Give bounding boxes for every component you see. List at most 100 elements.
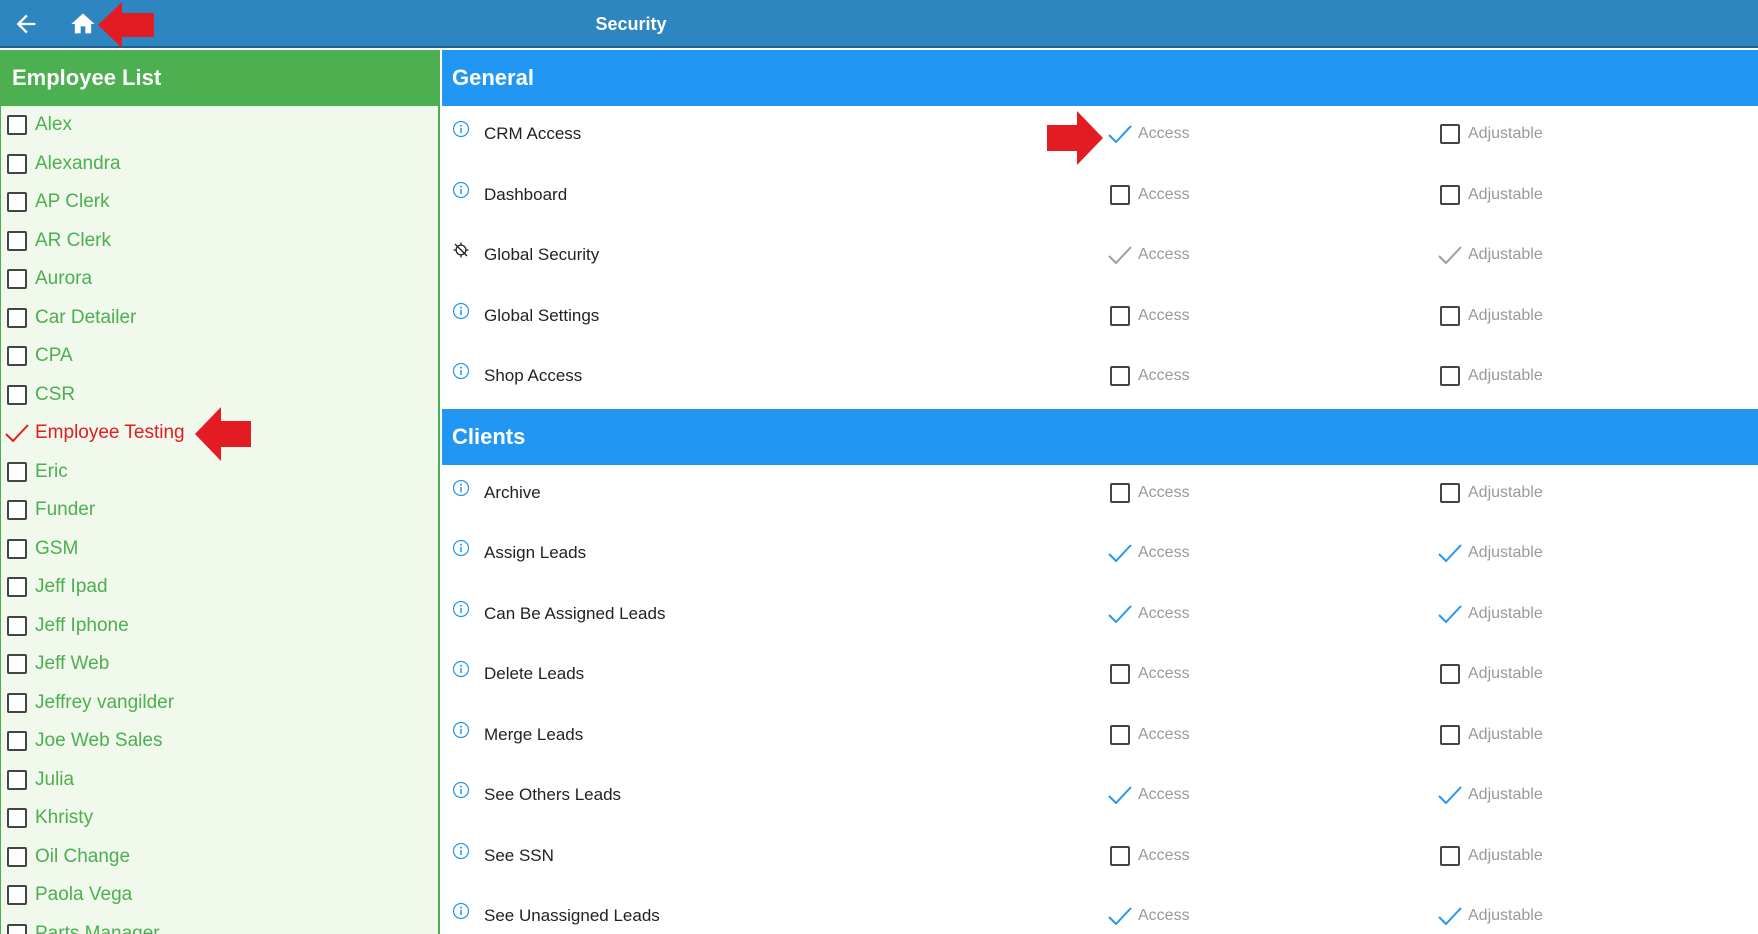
checkmark-icon[interactable]: [1107, 905, 1133, 927]
access-checkbox[interactable]: Access: [1110, 348, 1190, 404]
checkmark-icon[interactable]: [1437, 244, 1463, 266]
employee-checkbox[interactable]: [7, 731, 27, 752]
checkmark-icon[interactable]: [1107, 244, 1133, 266]
access-checkbox[interactable]: Access: [1110, 465, 1190, 521]
info-icon[interactable]: [452, 181, 470, 199]
checkmark-icon[interactable]: [4, 422, 30, 444]
employee-checkbox[interactable]: [7, 808, 27, 829]
employee-checkbox[interactable]: [7, 923, 27, 934]
employee-list-item[interactable]: AR Clerk: [1, 222, 438, 261]
employee-list-item[interactable]: Jeff Ipad: [1, 568, 438, 607]
adjustable-checkbox[interactable]: Adjustable: [1440, 828, 1543, 884]
adjustable-checkbox[interactable]: Adjustable: [1440, 288, 1543, 344]
info-icon[interactable]: [452, 842, 470, 860]
info-icon[interactable]: [452, 902, 470, 920]
employee-list-item[interactable]: Alexandra: [1, 145, 438, 184]
employee-checkbox[interactable]: [7, 885, 27, 906]
info-icon[interactable]: [452, 781, 470, 799]
info-icon[interactable]: [452, 721, 470, 739]
access-checkbox[interactable]: Access: [1107, 767, 1190, 823]
employee-list-item[interactable]: Jeffrey vangilder: [1, 684, 438, 723]
access-checkbox[interactable]: Access: [1110, 288, 1190, 344]
employee-list-item[interactable]: Paola Vega: [1, 876, 438, 915]
checkbox-box[interactable]: [1110, 184, 1130, 205]
employee-list-item[interactable]: Joe Web Sales: [1, 722, 438, 761]
access-checkbox[interactable]: Access: [1107, 586, 1190, 642]
access-checkbox[interactable]: Access: [1107, 888, 1190, 934]
adjustable-checkbox[interactable]: Adjustable: [1440, 465, 1543, 521]
employee-checkbox[interactable]: [7, 577, 27, 598]
crosshair-off-icon[interactable]: [452, 241, 470, 259]
checkmark-icon[interactable]: [1107, 784, 1133, 806]
adjustable-checkbox[interactable]: Adjustable: [1440, 646, 1543, 702]
checkbox-box[interactable]: [1440, 184, 1460, 205]
checkbox-box[interactable]: [1110, 482, 1130, 503]
access-checkbox[interactable]: Access: [1107, 227, 1190, 283]
employee-list-item[interactable]: GSM: [1, 530, 438, 569]
employee-list-item[interactable]: Car Detailer: [1, 299, 438, 338]
employee-checkbox[interactable]: [7, 346, 27, 367]
access-checkbox[interactable]: Access: [1110, 646, 1190, 702]
checkmark-icon[interactable]: [1107, 123, 1133, 145]
checkbox-box[interactable]: [1110, 724, 1130, 745]
employee-checkbox[interactable]: [7, 384, 27, 405]
checkbox-box[interactable]: [1440, 664, 1460, 684]
adjustable-checkbox[interactable]: Adjustable: [1440, 707, 1543, 763]
employee-checkbox[interactable]: [7, 692, 27, 713]
employee-checkbox[interactable]: [7, 230, 27, 251]
employee-checkbox[interactable]: [7, 615, 27, 636]
access-checkbox[interactable]: Access: [1110, 828, 1190, 884]
adjustable-checkbox[interactable]: Adjustable: [1437, 767, 1543, 823]
employee-checkbox[interactable]: [7, 654, 27, 675]
employee-list-item[interactable]: Jeff Iphone: [1, 607, 438, 646]
checkbox-box[interactable]: [1440, 724, 1460, 745]
employee-checkbox[interactable]: [7, 115, 27, 136]
info-icon[interactable]: [452, 362, 470, 380]
checkmark-icon[interactable]: [1437, 603, 1463, 625]
checkbox-box[interactable]: [1110, 664, 1130, 684]
checkmark-icon[interactable]: [1437, 905, 1463, 927]
employee-list-item[interactable]: Oil Change: [1, 838, 438, 877]
info-icon[interactable]: [452, 539, 470, 557]
employee-checkbox[interactable]: [7, 769, 27, 790]
employee-checkbox[interactable]: [7, 538, 27, 559]
checkbox-box[interactable]: [1110, 305, 1130, 326]
access-checkbox[interactable]: Access: [1107, 525, 1190, 581]
checkmark-icon[interactable]: [1437, 542, 1463, 564]
adjustable-checkbox[interactable]: Adjustable: [1437, 586, 1543, 642]
employee-checkbox[interactable]: [7, 192, 27, 213]
employee-checkbox[interactable]: [7, 846, 27, 867]
employee-checkbox[interactable]: [7, 461, 27, 482]
employee-checkbox[interactable]: [7, 269, 27, 290]
checkbox-box[interactable]: [1440, 305, 1460, 326]
checkmark-icon[interactable]: [1107, 542, 1133, 564]
employee-list-item[interactable]: Julia: [1, 761, 438, 800]
employee-list-item[interactable]: Funder: [1, 491, 438, 530]
checkbox-box[interactable]: [1110, 366, 1130, 386]
checkbox-box[interactable]: [1440, 845, 1460, 866]
employee-list-item[interactable]: Khristy: [1, 799, 438, 838]
checkbox-box[interactable]: [1440, 124, 1460, 144]
info-icon[interactable]: [452, 302, 470, 320]
info-icon[interactable]: [452, 660, 470, 678]
access-checkbox[interactable]: Access: [1110, 707, 1190, 763]
adjustable-checkbox[interactable]: Adjustable: [1437, 888, 1543, 934]
employee-list-item[interactable]: Alex: [1, 106, 438, 145]
employee-list-item[interactable]: Jeff Web: [1, 645, 438, 684]
info-icon[interactable]: [452, 479, 470, 497]
adjustable-checkbox[interactable]: Adjustable: [1440, 106, 1543, 162]
employee-checkbox[interactable]: [7, 500, 27, 521]
employee-checkbox[interactable]: [7, 153, 27, 174]
checkmark-icon[interactable]: [1437, 784, 1463, 806]
adjustable-checkbox[interactable]: Adjustable: [1440, 167, 1543, 223]
access-checkbox[interactable]: Access: [1110, 167, 1190, 223]
info-icon[interactable]: [452, 120, 470, 138]
employee-checkbox[interactable]: [7, 307, 27, 328]
info-icon[interactable]: [452, 600, 470, 618]
adjustable-checkbox[interactable]: Adjustable: [1437, 525, 1543, 581]
employee-list-item[interactable]: Aurora: [1, 260, 438, 299]
checkbox-box[interactable]: [1440, 482, 1460, 503]
checkbox-box[interactable]: [1440, 366, 1460, 386]
checkmark-icon[interactable]: [1107, 603, 1133, 625]
adjustable-checkbox[interactable]: Adjustable: [1440, 348, 1543, 404]
